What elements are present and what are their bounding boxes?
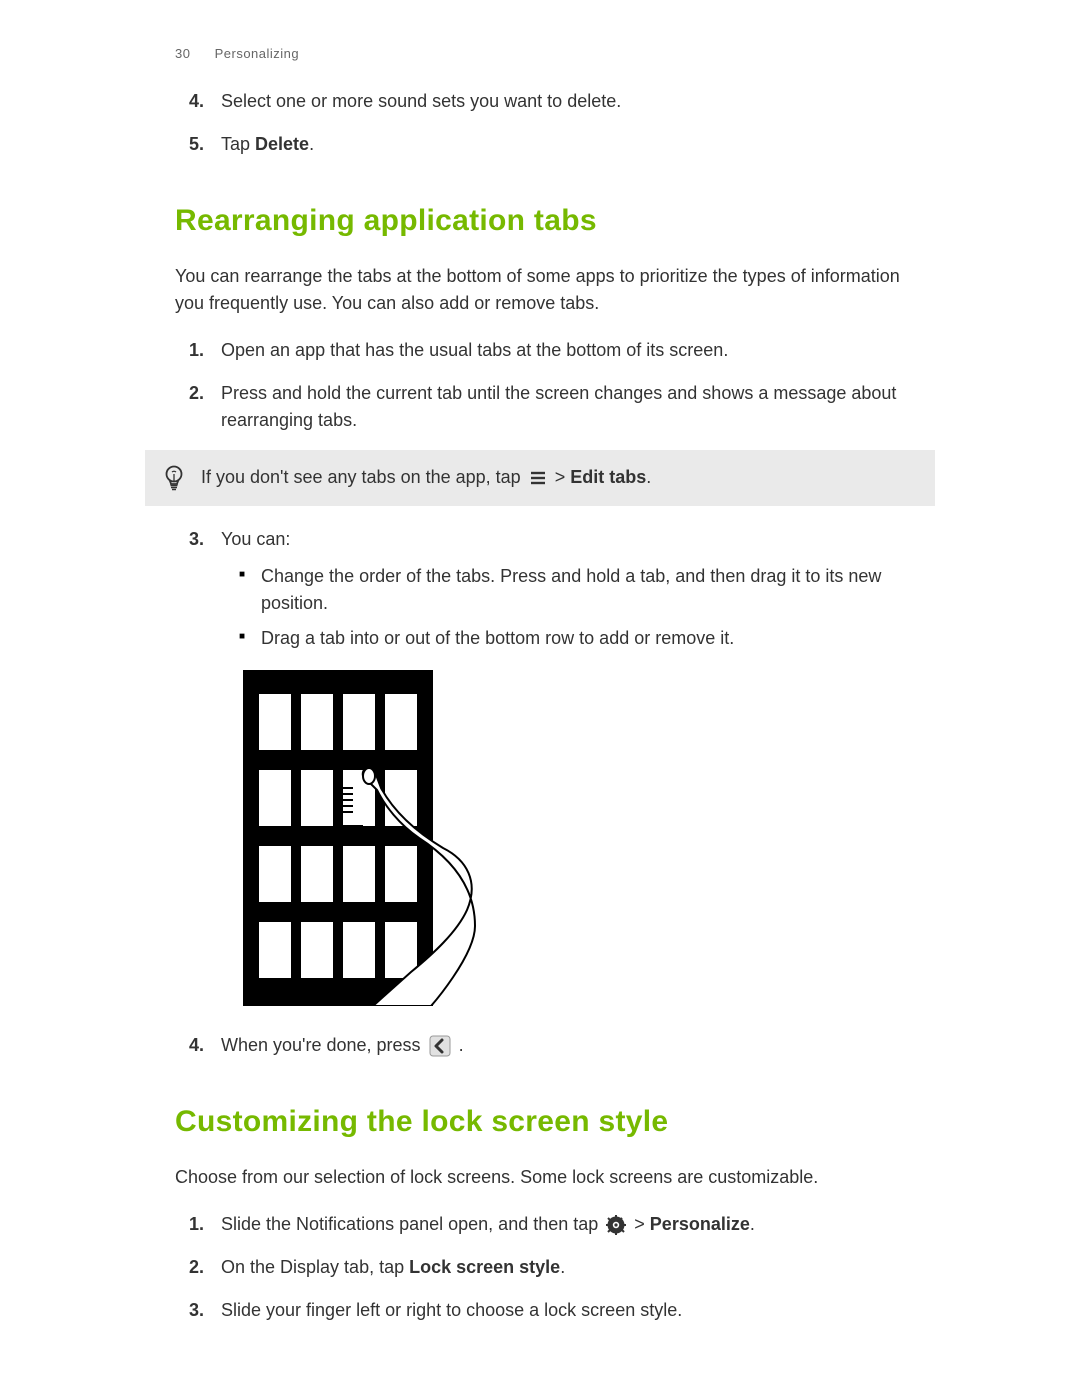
step-number: 5. <box>189 131 204 158</box>
tip-post: . <box>646 467 651 487</box>
step-number: 1. <box>189 337 204 364</box>
top-step-4: 4. Select one or more sound sets you wan… <box>221 88 905 115</box>
step-text: You can: <box>221 529 290 549</box>
step-text-pre: On the Display tab, tap <box>221 1257 409 1277</box>
step-post: . <box>560 1257 565 1277</box>
gear-icon <box>606 1215 626 1235</box>
step-sep: > <box>629 1214 650 1234</box>
step-number: 1. <box>189 1211 204 1238</box>
section-title-lockscreen: Customizing the lock screen style <box>175 1099 905 1144</box>
header-section: Personalizing <box>215 46 300 61</box>
section2-step-2: 2. On the Display tab, tap Lock screen s… <box>221 1254 905 1281</box>
tip-sep: > <box>555 467 571 487</box>
step-number: 3. <box>189 1297 204 1324</box>
step-text: Press and hold the current tab until the… <box>221 383 896 430</box>
step-text: Open an app that has the usual tabs at t… <box>221 340 728 360</box>
step-number: 3. <box>189 526 204 553</box>
tip-pre: If you don't see any tabs on the app, ta… <box>201 467 526 487</box>
section2-intro: Choose from our selection of lock screen… <box>175 1164 905 1191</box>
section1-step-2: 2. Press and hold the current tab until … <box>221 380 905 434</box>
step-number: 2. <box>189 380 204 407</box>
section2-step-3: 3. Slide your finger left or right to ch… <box>221 1297 905 1324</box>
step-bold: Personalize <box>650 1214 750 1234</box>
page-header: 30 Personalizing <box>175 44 905 64</box>
bullet-1: Change the order of the tabs. Press and … <box>261 563 905 617</box>
step-number: 2. <box>189 1254 204 1281</box>
step-text: Select one or more sound sets you want t… <box>221 91 621 111</box>
section1-step-4: 4. When you're done, press . <box>221 1032 905 1059</box>
page: 30 Personalizing 4. Select one or more s… <box>0 0 1080 1400</box>
step-text: Slide your finger left or right to choos… <box>221 1300 682 1320</box>
tip-bold: Edit tabs <box>570 467 646 487</box>
top-step-5: 5. Tap Delete. <box>221 131 905 158</box>
page-number: 30 <box>175 46 190 61</box>
section1-steps: 1. Open an app that has the usual tabs a… <box>175 337 905 434</box>
tip-text: If you don't see any tabs on the app, ta… <box>201 464 915 491</box>
sub-bullets: Change the order of the tabs. Press and … <box>221 563 905 652</box>
section2-steps: 1. Slide the Notifications panel open, a… <box>175 1211 905 1324</box>
step-number: 4. <box>189 1032 204 1059</box>
section1-step-1: 1. Open an app that has the usual tabs a… <box>221 337 905 364</box>
top-steps-list: 4. Select one or more sound sets you wan… <box>175 88 905 158</box>
bullet-2: Drag a tab into or out of the bottom row… <box>261 625 905 652</box>
step-post: . <box>750 1214 755 1234</box>
menu-icon <box>529 470 547 486</box>
step-text-pre: Slide the Notifications panel open, and … <box>221 1214 603 1234</box>
section1-step-3: 3. You can: Change the order of the tabs… <box>221 526 905 1014</box>
step-text-post: . <box>309 134 314 154</box>
back-icon <box>429 1035 451 1057</box>
section1-intro: You can rearrange the tabs at the bottom… <box>175 263 905 317</box>
section1-steps-cont: 3. You can: Change the order of the tabs… <box>175 526 905 1059</box>
step-bold: Lock screen style <box>409 1257 560 1277</box>
step-number: 4. <box>189 88 204 115</box>
tip-callout: If you don't see any tabs on the app, ta… <box>145 450 935 506</box>
step-text-bold: Delete <box>255 134 309 154</box>
drag-tabs-illustration <box>243 670 905 1014</box>
lightbulb-icon <box>159 464 189 492</box>
step-text-pre: When you're done, press <box>221 1035 426 1055</box>
step-text-pre: Tap <box>221 134 255 154</box>
section2-step-1: 1. Slide the Notifications panel open, a… <box>221 1211 905 1238</box>
section-title-rearranging: Rearranging application tabs <box>175 198 905 243</box>
step-text-post: . <box>459 1035 464 1055</box>
